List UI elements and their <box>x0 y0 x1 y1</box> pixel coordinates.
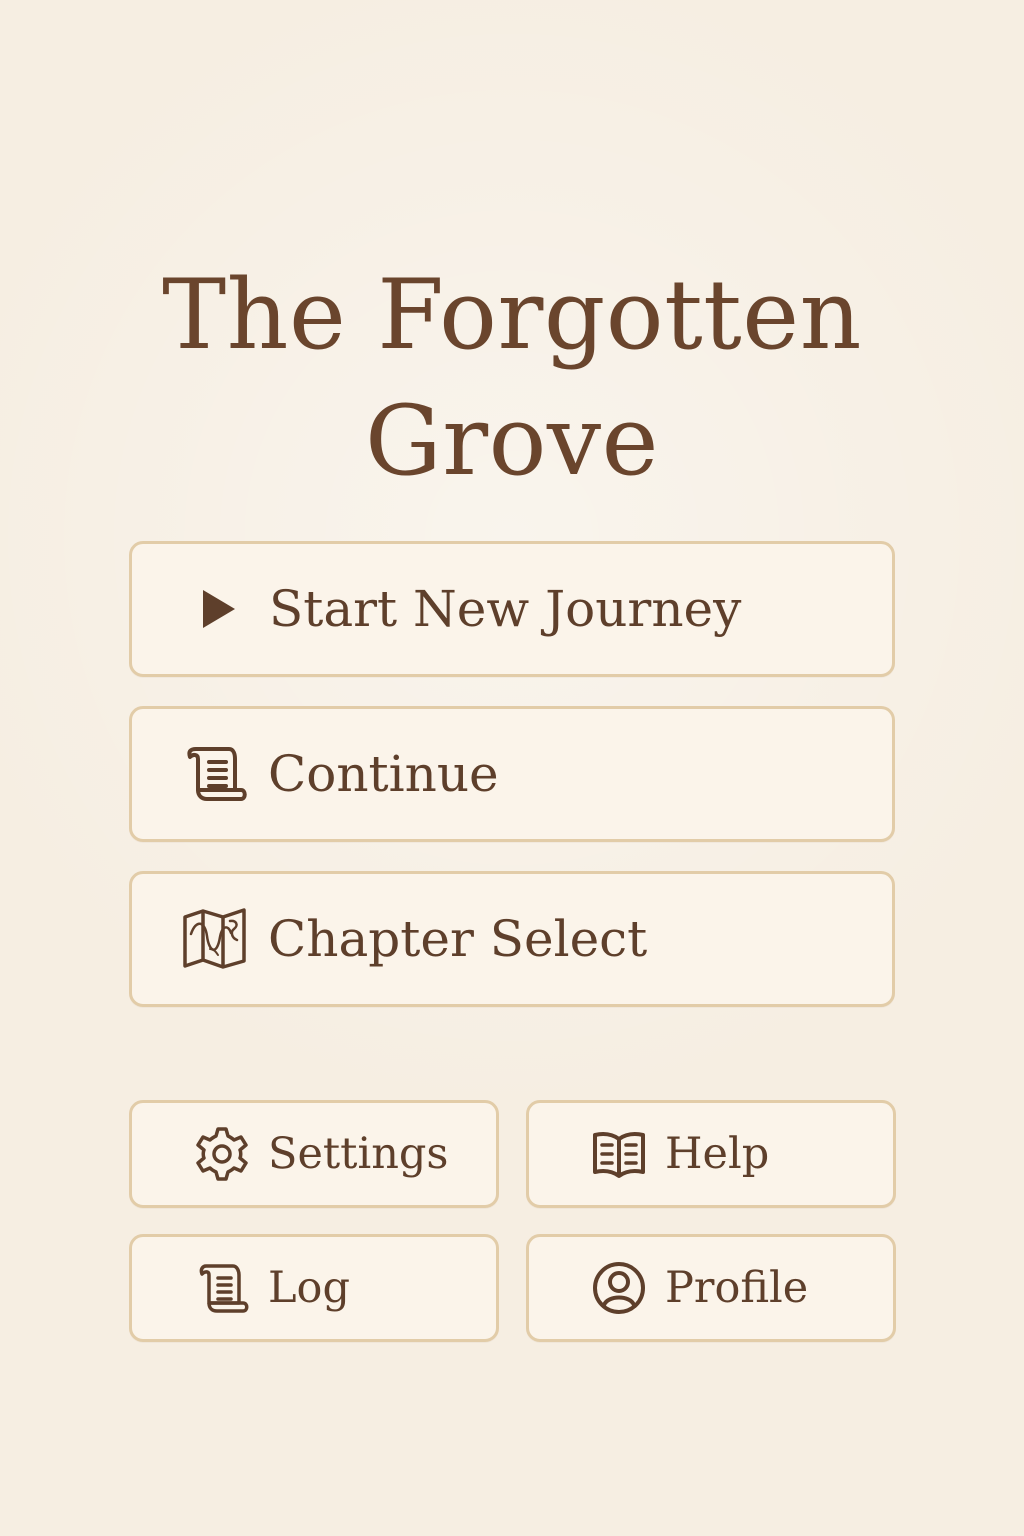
chapter-select-label: Chapter Select <box>268 910 648 968</box>
book-icon <box>590 1125 648 1183</box>
start-new-journey-label: Start New Journey <box>269 580 742 638</box>
start-new-journey-button[interactable]: Start New Journey <box>129 541 895 677</box>
continue-button[interactable]: Continue <box>129 706 895 842</box>
scroll-icon <box>193 1259 251 1317</box>
map-icon <box>180 904 250 974</box>
log-label: Log <box>268 1262 350 1313</box>
profile-label: Profile <box>665 1262 809 1313</box>
chapter-select-button[interactable]: Chapter Select <box>129 871 895 1007</box>
profile-icon <box>590 1259 648 1317</box>
help-label: Help <box>665 1128 770 1179</box>
play-icon <box>196 587 240 631</box>
scroll-icon <box>180 739 250 809</box>
game-title: The Forgotten Grove <box>92 252 932 504</box>
gear-icon <box>193 1125 251 1183</box>
continue-label: Continue <box>268 745 499 803</box>
game-title-line-2: Grove <box>365 385 659 498</box>
settings-label: Settings <box>268 1128 449 1179</box>
game-title-line-1: The Forgotten <box>162 259 862 372</box>
settings-button[interactable]: Settings <box>129 1100 499 1208</box>
profile-button[interactable]: Profile <box>526 1234 896 1342</box>
main-menu-screen: The Forgotten Grove Start New Journey Co… <box>0 0 1024 1536</box>
log-button[interactable]: Log <box>129 1234 499 1342</box>
help-button[interactable]: Help <box>526 1100 896 1208</box>
